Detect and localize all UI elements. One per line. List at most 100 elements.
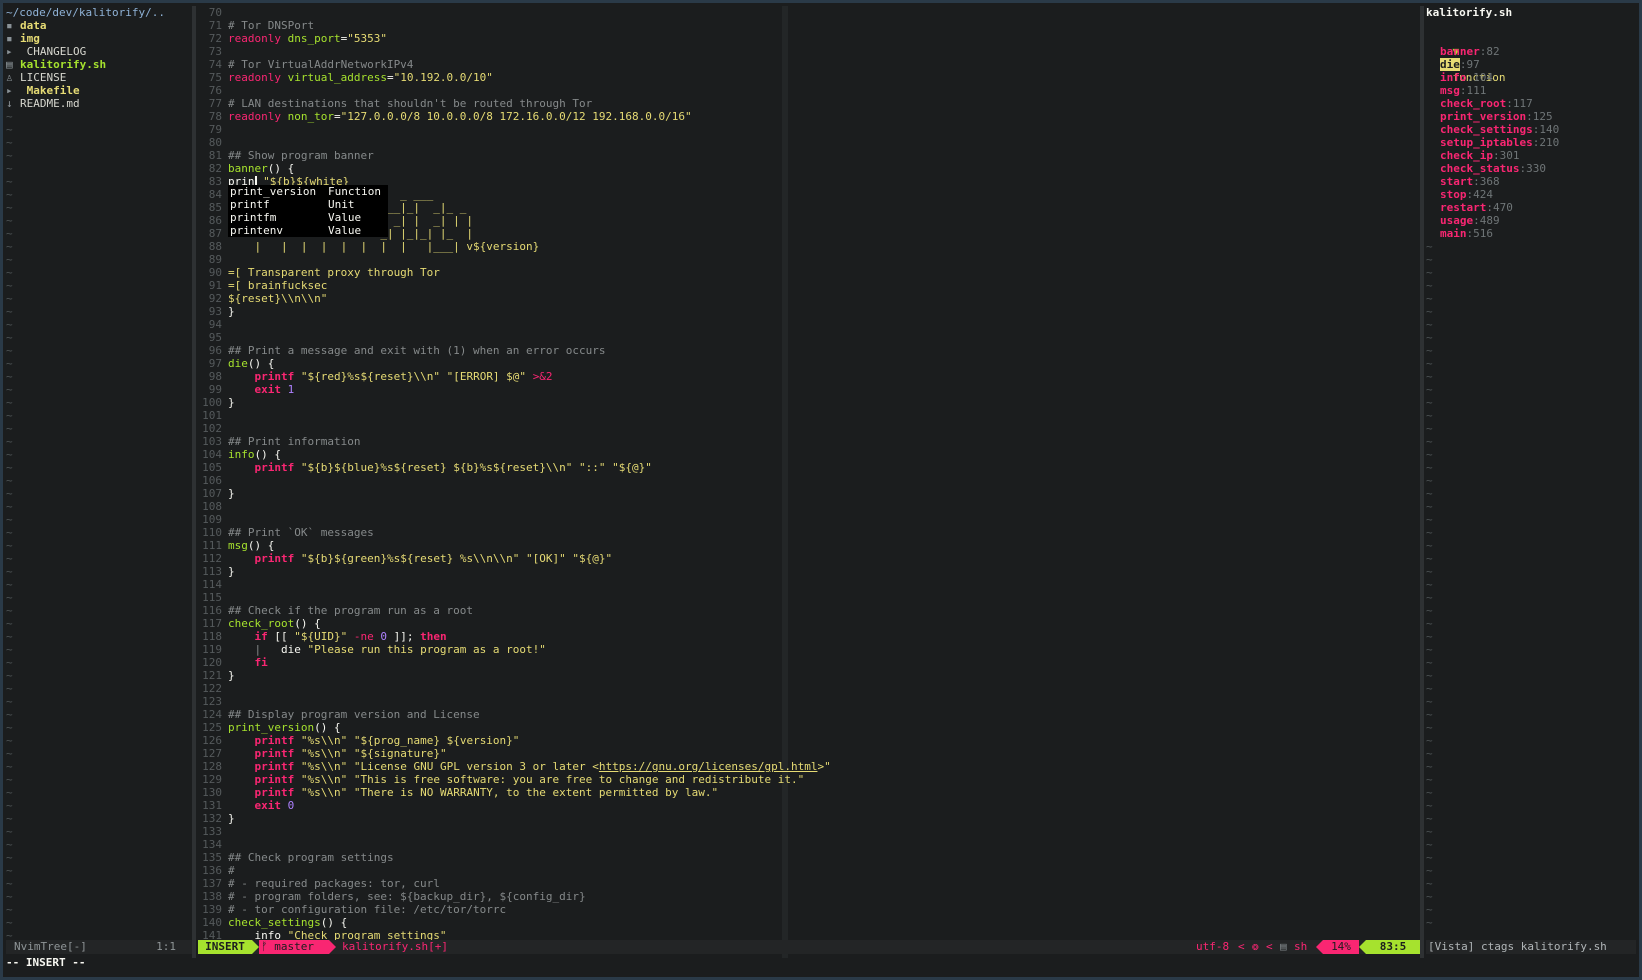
tree-entry[interactable]: ▪ data xyxy=(6,19,192,32)
code-line[interactable]: 107} xyxy=(198,487,1420,500)
tree-entry[interactable]: ▪ img xyxy=(6,32,192,45)
vista-tag-die[interactable]: die:97 xyxy=(1426,58,1636,71)
code-line[interactable]: 70 xyxy=(198,6,1420,19)
code-line[interactable]: 71 # Tor DNSPort xyxy=(198,19,1420,32)
code-line[interactable]: 102 xyxy=(198,422,1420,435)
code-line[interactable]: 90 =[ Transparent proxy through Tor xyxy=(198,266,1420,279)
vista-tag-check-ip[interactable]: check_ip:301 xyxy=(1426,149,1636,162)
code-editor-pane[interactable]: 70 71 # Tor DNSPort 72 readonly dns_port = "53… xyxy=(198,6,1420,942)
code-line[interactable]: 126 printf "%s\\n" "${prog_name} ${versi… xyxy=(198,734,1420,747)
file-tree-pane[interactable]: ~/code/dev/kalitorify/.. ▪ data ▪ img ▸ CHAN… xyxy=(6,6,192,942)
code-line[interactable]: 108 xyxy=(198,500,1420,513)
code-line[interactable]: 99 exit 1 xyxy=(198,383,1420,396)
code-line[interactable]: 125 print_version() { xyxy=(198,721,1420,734)
completion-item[interactable]: printfm Value xyxy=(228,211,388,224)
code-line[interactable]: 104 info() { xyxy=(198,448,1420,461)
code-line[interactable]: 129 printf "%s\\n" "This is free softwar… xyxy=(198,773,1420,786)
vista-tag-info[interactable]: info:104 xyxy=(1426,71,1636,84)
code-line[interactable]: 73 xyxy=(198,45,1420,58)
code-line[interactable]: 79 xyxy=(198,123,1420,136)
code-line[interactable]: 116 ## Check if the program run as a root xyxy=(198,604,1420,617)
code-line[interactable]: 120 fi xyxy=(198,656,1420,669)
code-line[interactable]: 74 # Tor VirtualAddrNetworkIPv4 xyxy=(198,58,1420,71)
completion-item[interactable]: print_version Function xyxy=(228,185,388,198)
code-line[interactable]: 140 check_settings() { xyxy=(198,916,1420,929)
vista-outline-pane[interactable]: kalitorify.sh ▼ ▯ function banner:82die:… xyxy=(1426,6,1636,942)
code-line[interactable]: 134 xyxy=(198,838,1420,851)
code-line[interactable]: 117 check_root() { xyxy=(198,617,1420,630)
code-line[interactable]: 76 xyxy=(198,84,1420,97)
code-line[interactable]: 72 readonly dns_port="5353" xyxy=(198,32,1420,45)
code-line[interactable]: 81 ## Show program banner xyxy=(198,149,1420,162)
code-line[interactable]: 101 xyxy=(198,409,1420,422)
code-line[interactable]: 115 xyxy=(198,591,1420,604)
vista-tag-restart[interactable]: restart:470 xyxy=(1426,201,1636,214)
code-line[interactable]: 138 # - program folders, see: ${backup_di… xyxy=(198,890,1420,903)
vista-group-function[interactable]: ▼ ▯ function xyxy=(1426,32,1636,84)
vista-tag-start[interactable]: start:368 xyxy=(1426,175,1636,188)
tree-entry[interactable]: ▤ kalitorify.sh xyxy=(6,58,192,71)
code-line[interactable]: 139 # - tor configuration file: /etc/tor/… xyxy=(198,903,1420,916)
code-line[interactable]: 95 xyxy=(198,331,1420,344)
code-line[interactable]: 121} xyxy=(198,669,1420,682)
vista-tag-print-version[interactable]: print_version:125 xyxy=(1426,110,1636,123)
code-line[interactable]: 113} xyxy=(198,565,1420,578)
code-line[interactable]: 78 readonly non_tor="127.0.0.0/8 10.0.0.0… xyxy=(198,110,1420,123)
code-line[interactable]: 136 # xyxy=(198,864,1420,877)
code-line[interactable]: 109 xyxy=(198,513,1420,526)
code-line[interactable]: 112 printf "${b}${green}%s${reset} %s\\n… xyxy=(198,552,1420,565)
code-line[interactable]: 118 if [[ "${UID}" -ne 0 ]]; then xyxy=(198,630,1420,643)
code-line[interactable]: 103 ## Print information xyxy=(198,435,1420,448)
vista-tag-check-root[interactable]: check_root:117 xyxy=(1426,97,1636,110)
code-line[interactable]: 119 | die "Please run this program as a … xyxy=(198,643,1420,656)
code-line[interactable]: 123 xyxy=(198,695,1420,708)
code-line[interactable]: 122 xyxy=(198,682,1420,695)
completion-item[interactable]: printf Unit xyxy=(228,198,388,211)
code-line[interactable]: 75 readonly virtual_address="10.192.0.0/1… xyxy=(198,71,1420,84)
code-line[interactable]: 77 # LAN destinations that shouldn't be r… xyxy=(198,97,1420,110)
code-line[interactable]: 130 printf "%s\\n" "There is NO WARRANTY… xyxy=(198,786,1420,799)
completion-popup[interactable]: print_version Function printf Unit printfm Va… xyxy=(228,185,388,237)
code-line[interactable]: 94 xyxy=(198,318,1420,331)
vista-tag-usage[interactable]: usage:489 xyxy=(1426,214,1636,227)
code-line[interactable]: 100} xyxy=(198,396,1420,409)
code-line[interactable]: 89 xyxy=(198,253,1420,266)
tree-entry[interactable]: ▸ Makefile xyxy=(6,84,192,97)
code-line[interactable]: 96 ## Print a message and exit with (1) w… xyxy=(198,344,1420,357)
code-line[interactable]: 97 die() { xyxy=(198,357,1420,370)
code-line[interactable]: 98 printf "${red}%s${reset}\\n" "[ERROR]… xyxy=(198,370,1420,383)
split-divider-right[interactable] xyxy=(1420,6,1424,958)
code-line[interactable]: 135 ## Check program settings xyxy=(198,851,1420,864)
code-line[interactable]: 92 ${reset}\\n\\n" xyxy=(198,292,1420,305)
code-line[interactable]: 137 # - required packages: tor, curl xyxy=(198,877,1420,890)
code-line[interactable]: 131 exit 0 xyxy=(198,799,1420,812)
code-line[interactable]: 124 ## Display program version and Licens… xyxy=(198,708,1420,721)
code-line[interactable]: 93} xyxy=(198,305,1420,318)
completion-item[interactable]: printenv Value xyxy=(228,224,388,237)
line-number: 115 xyxy=(202,591,222,604)
code-line[interactable]: 133 xyxy=(198,825,1420,838)
split-divider-left[interactable] xyxy=(192,6,196,958)
vista-tag-check-settings[interactable]: check_settings:140 xyxy=(1426,123,1636,136)
code-line[interactable]: 128 printf "%s\\n" "License GNU GPL vers… xyxy=(198,760,1420,773)
tree-entry[interactable]: ▸ CHANGELOG xyxy=(6,45,192,58)
tree-entry[interactable]: ♙ LICENSE xyxy=(6,71,192,84)
vista-tag-stop[interactable]: stop:424 xyxy=(1426,188,1636,201)
vista-tag-banner[interactable]: banner:82 xyxy=(1426,45,1636,58)
code-line[interactable]: 106 xyxy=(198,474,1420,487)
code-line[interactable]: 111 msg() { xyxy=(198,539,1420,552)
vista-tag-main[interactable]: main:516 xyxy=(1426,227,1636,240)
code-line[interactable]: 105 printf "${b}${blue}%s${reset} ${b}%s… xyxy=(198,461,1420,474)
vista-tag-setup-iptables[interactable]: setup_iptables:210 xyxy=(1426,136,1636,149)
code-line[interactable]: 114 xyxy=(198,578,1420,591)
tree-entry[interactable]: ↓ README.md xyxy=(6,97,192,110)
vista-tag-msg[interactable]: msg:111 xyxy=(1426,84,1636,97)
code-line[interactable]: 88 | | | | | | | | |___| v${version} xyxy=(198,240,1420,253)
code-line[interactable]: 82 banner() { xyxy=(198,162,1420,175)
code-line[interactable]: 80 xyxy=(198,136,1420,149)
code-line[interactable]: 132} xyxy=(198,812,1420,825)
code-line[interactable]: 110 ## Print `OK` messages xyxy=(198,526,1420,539)
code-line[interactable]: 127 printf "%s\\n" "${signature}" xyxy=(198,747,1420,760)
vista-tag-check-status[interactable]: check_status:330 xyxy=(1426,162,1636,175)
code-line[interactable]: 91 =[ brainfucksec xyxy=(198,279,1420,292)
